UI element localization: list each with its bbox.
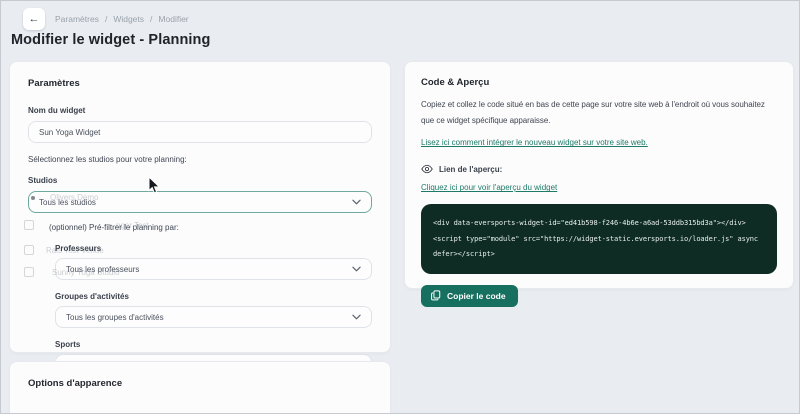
- chevron-down-icon: [352, 266, 361, 272]
- breadcrumb-widgets[interactable]: Widgets: [113, 14, 144, 24]
- widget-name-label: Nom du widget: [28, 106, 86, 115]
- embed-code-line: <div data-eversports-widget-id="ed41b598…: [433, 219, 746, 228]
- code-card-title: Code & Aperçu: [421, 77, 490, 88]
- breadcrumb-parametres[interactable]: Paramètres: [55, 14, 99, 24]
- embed-code-block[interactable]: <div data-eversports-widget-id="ed41b598…: [421, 204, 777, 275]
- copy-code-label: Copier le code: [447, 290, 506, 301]
- embed-code-line: <script type="module" src="https://widge…: [433, 234, 759, 243]
- ghost-option: nger Test: [116, 221, 149, 230]
- filter-sports-label: Sports: [55, 340, 81, 349]
- breadcrumb-separator: /: [104, 14, 108, 24]
- ghost-checkbox: [24, 220, 34, 230]
- ghost-dot: [31, 196, 35, 200]
- ghost-option: Rais Test Venue: [46, 246, 104, 255]
- preview-link[interactable]: Cliquez ici pour voir l'aperçu du widget: [421, 183, 557, 192]
- groupes-activites-select[interactable]: Tous les groupes d'activités: [55, 306, 372, 328]
- eye-icon: [421, 165, 433, 174]
- page-title: Modifier le widget - Planning: [11, 32, 211, 48]
- filter-groupes-label: Groupes d'activités: [55, 292, 129, 301]
- chevron-down-icon: [352, 199, 361, 205]
- appearance-card: Options d'apparence Couleurs: [9, 361, 391, 413]
- ghost-option: Olivers Demo: [50, 193, 99, 202]
- integration-help-link[interactable]: Lisez ici comment intégrer le nouveau wi…: [421, 138, 648, 147]
- code-description: Copiez et collez le code situé en bas de…: [421, 100, 765, 125]
- studios-label: Studios: [28, 176, 58, 185]
- appearance-card-title: Options d'apparence: [28, 378, 123, 389]
- widget-name-input[interactable]: [28, 121, 372, 143]
- breadcrumb: ← Paramètres / Widgets / Modifier: [23, 8, 189, 30]
- copy-code-button[interactable]: Copier le code: [421, 285, 518, 308]
- back-arrow-icon: ←: [28, 13, 40, 25]
- code-apercu-card: Code & Aperçu Copiez et collez le code s…: [404, 61, 794, 308]
- embed-code-line: defer></script>: [433, 249, 495, 258]
- ghost-checkbox: [24, 245, 34, 255]
- app-window: ← Paramètres / Widgets / Modifier Modifi…: [0, 0, 800, 414]
- breadcrumb-modifier[interactable]: Modifier: [158, 14, 188, 24]
- parametres-card-title: Paramètres: [28, 78, 80, 89]
- mouse-cursor: [148, 177, 160, 194]
- copy-icon: [431, 290, 441, 301]
- optional-filter-hint: (optionnel) Pré-filtrer le planning par:: [49, 223, 179, 232]
- parametres-card: Paramètres Nom du widget Sélectionnez le…: [9, 61, 391, 376]
- studios-intro: Sélectionnez les studios pour votre plan…: [28, 155, 187, 164]
- preview-link-label: Lien de l'aperçu:: [439, 164, 503, 174]
- ghost-checkbox: [24, 267, 34, 277]
- back-button[interactable]: ←: [23, 8, 45, 30]
- groupes-activites-select-value: Tous les groupes d'activités: [66, 312, 164, 322]
- breadcrumb-separator: /: [150, 14, 153, 24]
- chevron-down-icon: [352, 314, 361, 320]
- ghost-option: Sunny Yoga Studio: [52, 268, 120, 277]
